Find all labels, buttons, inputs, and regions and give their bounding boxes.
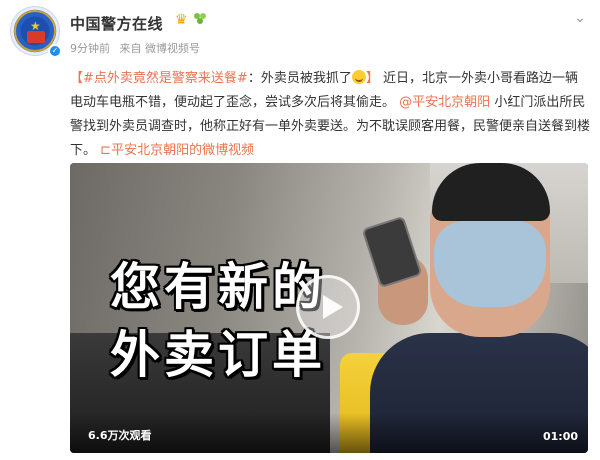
video-frame-mask [434, 221, 546, 307]
verified-icon: ✓ [48, 44, 62, 58]
user-name[interactable]: 中国警方在线 [70, 13, 163, 34]
video-caption-line-1: 您有新的 [110, 258, 326, 316]
video-link-icon[interactable]: ⊏ [100, 143, 111, 158]
video-link[interactable]: 平安北京朝阳的微博视频 [111, 143, 254, 158]
laughing-emoji-icon [351, 70, 366, 84]
chevron-down-icon[interactable]: ⌄ [574, 10, 586, 26]
bracket-open: 【 [70, 71, 84, 86]
view-count: 6.6万次观看 [88, 429, 152, 442]
mention-link[interactable]: @平安北京朝阳 [399, 95, 490, 110]
crown-icon[interactable]: ♛ [175, 12, 188, 28]
topic-link[interactable]: #点外卖竟然是警察来送餐# [83, 71, 248, 86]
bracket-close: 】 [365, 71, 379, 86]
police-emblem-icon [27, 31, 45, 43]
post-meta: 9分钟前 来自 微博视频号 [70, 40, 206, 56]
video-player[interactable]: 您有新的 外卖订单 6.6万次观看 01:00 [70, 163, 588, 453]
post-text: 【#点外卖竟然是警察来送餐#：外卖员被我抓了】 近日，北京一外卖小哥看路边一辆电… [70, 67, 590, 163]
headline-text: ：外卖员被我抓了 [247, 71, 352, 86]
video-caption-line-2: 外卖订单 [110, 326, 326, 384]
post-source[interactable]: 来自 微博视频号 [120, 42, 201, 55]
play-icon[interactable] [296, 275, 360, 339]
leaf-icon[interactable] [193, 11, 207, 25]
post-time[interactable]: 9分钟前 [70, 42, 110, 55]
video-duration: 01:00 [542, 430, 578, 443]
post-header: ★ ✓ 中国警方在线 ♛ 9分钟前 来自 微博视频号 ⌄ [0, 0, 600, 64]
